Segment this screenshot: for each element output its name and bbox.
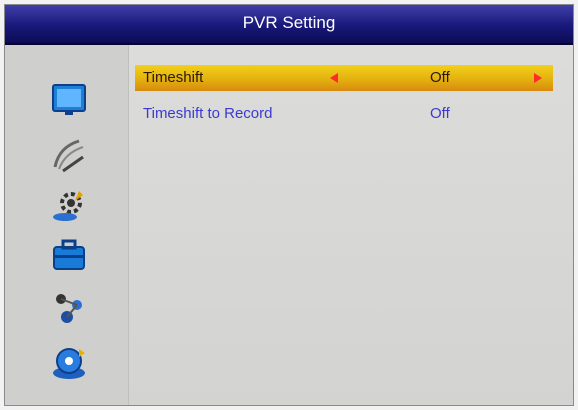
menu-item-label: Timeshift to Record	[143, 105, 273, 122]
menu-item-timeshift-to-record[interactable]: Timeshift to Record Off	[135, 101, 553, 127]
settings-list: Timeshift Off Timeshift to Record Off	[129, 45, 573, 405]
page-title: PVR Setting	[5, 5, 573, 45]
toolbox-icon[interactable]	[49, 235, 89, 275]
media-disc-icon[interactable]	[49, 343, 89, 383]
settings-gear-icon[interactable]	[49, 185, 89, 225]
menu-item-label: Timeshift	[143, 69, 204, 86]
satellite-dish-icon[interactable]	[49, 135, 89, 175]
arrow-left-icon[interactable]	[330, 73, 338, 83]
menu-item-timeshift[interactable]: Timeshift Off	[135, 65, 553, 91]
arrow-right-icon[interactable]	[534, 73, 542, 83]
monitor-icon[interactable]	[49, 81, 89, 121]
sidebar	[5, 45, 129, 405]
menu-item-value: Off	[430, 105, 450, 122]
menu-item-value: Off	[430, 69, 450, 86]
tv-screen: PVR Setting Timeshift Off Timeshift to R…	[4, 4, 574, 406]
network-users-icon[interactable]	[49, 287, 89, 327]
